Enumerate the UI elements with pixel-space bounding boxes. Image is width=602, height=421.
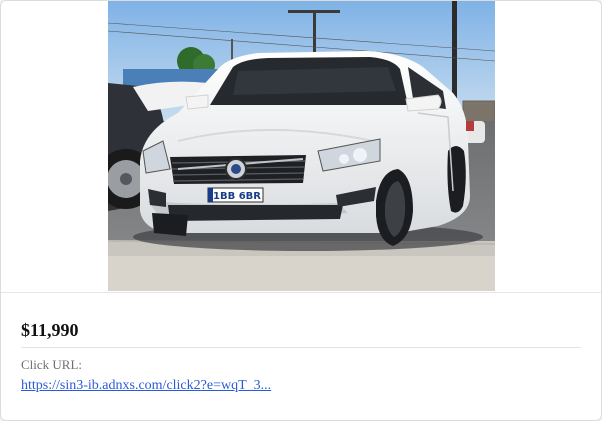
price-label: $11,990 — [21, 320, 79, 340]
ad-card: 1BB 6BR $11,990 Click URL: https://sin3-… — [0, 0, 602, 421]
license-plate-text: 1BB 6BR — [213, 191, 261, 202]
ad-info: $11,990 Click URL: https://sin3-ib.adnxs… — [21, 297, 581, 395]
click-url-link[interactable]: https://sin3-ib.adnxs.com/click2?e=wqT_3… — [21, 377, 271, 395]
ad-image-container: 1BB 6BR — [1, 1, 601, 293]
divider — [21, 347, 581, 348]
click-url-label: Click URL: — [21, 357, 83, 372]
car-photo[interactable]: 1BB 6BR — [108, 1, 495, 291]
